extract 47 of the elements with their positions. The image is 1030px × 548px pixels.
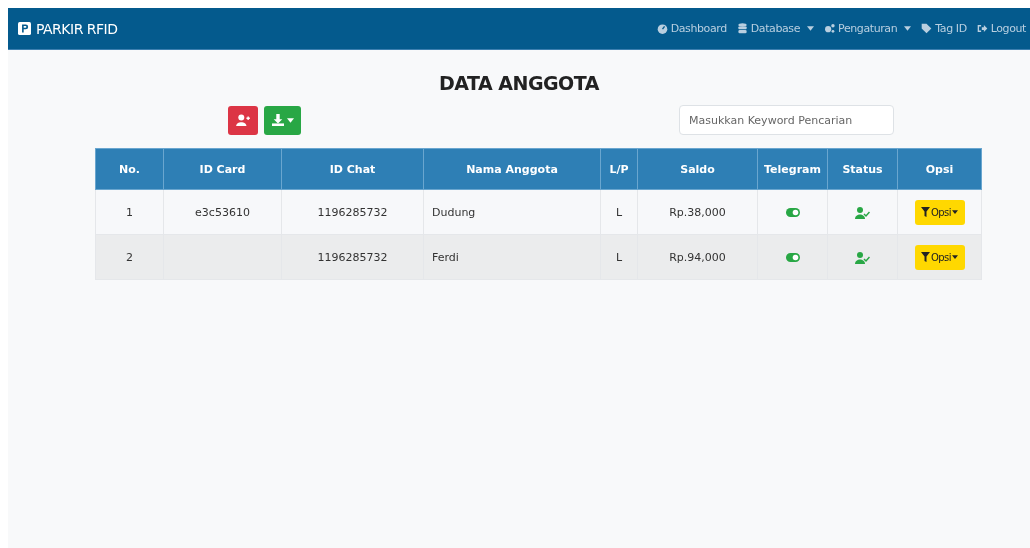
page-title: DATA ANGGOTA	[438, 72, 601, 94]
table-cell: Rp.94,000	[637, 234, 758, 280]
gauge-icon	[656, 23, 668, 34]
caret-icon	[952, 255, 959, 259]
table-cell: Ferdi	[423, 234, 601, 280]
column-header: Opsi	[897, 148, 982, 190]
gears-icon	[824, 23, 836, 34]
column-header: ID Chat	[281, 148, 424, 190]
caret-icon	[807, 26, 815, 31]
column-header: Nama Anggota	[423, 148, 601, 190]
column-header: L/P	[600, 148, 638, 190]
options-button[interactable]: Opsi	[914, 244, 965, 270]
download-icon	[271, 114, 284, 126]
column-header: Telegram	[757, 148, 828, 190]
caret-icon	[904, 26, 912, 31]
column-header: ID Card	[163, 148, 282, 190]
nav-link[interactable]: Pengaturan	[824, 22, 912, 35]
table-cell: L	[600, 234, 638, 280]
user-plus-icon	[236, 114, 250, 126]
parking-logo-icon	[18, 22, 31, 35]
filter-icon	[920, 207, 930, 217]
table-cell: L	[600, 189, 638, 235]
caret-icon	[952, 210, 959, 214]
brand-title[interactable]: PARKIR RFID	[36, 20, 118, 37]
table-cell: 1	[95, 189, 164, 235]
table-cell: 2	[95, 234, 164, 280]
column-header: Saldo	[637, 148, 758, 190]
caret-icon	[286, 117, 294, 123]
search-field[interactable]: Masukkan Keyword Pencarian	[679, 105, 894, 135]
filter-icon	[920, 252, 930, 262]
table-cell: 1196285732	[281, 189, 424, 235]
logout-icon	[976, 23, 988, 34]
options-button[interactable]: Opsi	[914, 199, 965, 225]
add-member-button[interactable]	[228, 105, 258, 135]
nav-link[interactable]: Database	[736, 22, 815, 35]
table-cell: Dudung	[423, 189, 601, 235]
download-button[interactable]	[264, 105, 301, 135]
nav-link[interactable]: Tag ID	[921, 22, 967, 35]
table-cell: 1196285732	[281, 234, 424, 280]
table-cell: e3c53610	[163, 189, 282, 235]
nav-link[interactable]: Logout	[976, 22, 1026, 35]
tag-icon	[921, 23, 933, 34]
column-header: No.	[95, 148, 164, 190]
column-header: Status	[827, 148, 898, 190]
database-icon	[736, 23, 748, 34]
table-cell: Rp.38,000	[637, 189, 758, 235]
nav-link[interactable]: Dashboard	[656, 22, 727, 35]
